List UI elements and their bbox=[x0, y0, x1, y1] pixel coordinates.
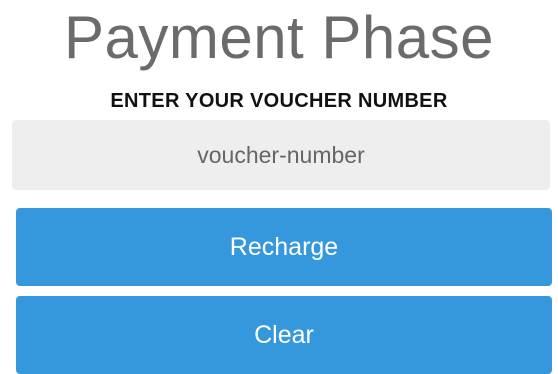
clear-button[interactable]: Clear bbox=[16, 296, 552, 374]
voucher-number-label: ENTER YOUR VOUCHER NUMBER bbox=[110, 90, 448, 112]
recharge-button[interactable]: Recharge bbox=[16, 208, 552, 286]
voucher-number-input[interactable] bbox=[12, 120, 550, 190]
page-title: Payment Phase bbox=[63, 4, 495, 71]
